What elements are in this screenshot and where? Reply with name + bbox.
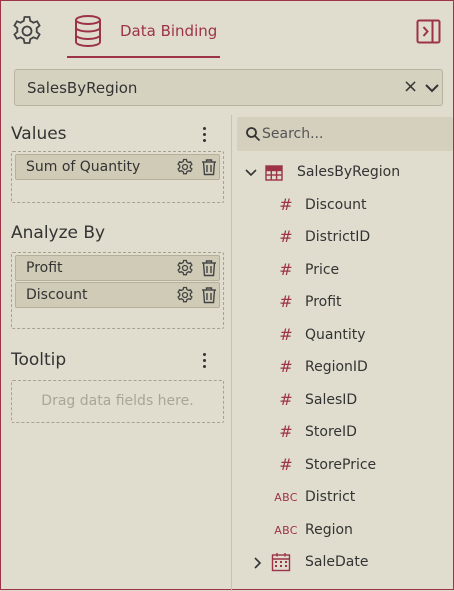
field-item[interactable]: # Discount <box>241 191 453 221</box>
field-search[interactable] <box>237 117 453 151</box>
field-chip-label: Profit <box>26 260 63 276</box>
tree-root-salesbyregion[interactable]: SalesByRegion <box>241 158 453 188</box>
database-icon[interactable] <box>73 14 103 48</box>
data-binding-panel: Data Binding SalesByRegion × Values Sum … <box>0 0 454 591</box>
dataset-select-value: SalesByRegion <box>27 79 138 97</box>
tree-root-label: SalesByRegion <box>297 164 401 180</box>
chip-delete-icon[interactable] <box>201 158 217 176</box>
field-label: Quantity <box>305 327 366 343</box>
field-label: Price <box>305 262 340 278</box>
field-label: SalesID <box>305 392 358 408</box>
panel-divider <box>231 115 232 591</box>
chip-settings-icon[interactable] <box>176 259 194 277</box>
numeric-field-icon: # <box>279 422 293 441</box>
field-label: RegionID <box>305 359 368 375</box>
field-label: Discount <box>305 197 367 213</box>
search-icon <box>246 127 261 142</box>
drop-zone-placeholder: Drag data fields here. <box>41 393 194 409</box>
field-item[interactable]: # Quantity <box>241 321 453 351</box>
top-toolbar: Data Binding <box>1 1 453 61</box>
numeric-field-icon: # <box>279 390 293 409</box>
chip-settings-icon[interactable] <box>176 158 194 176</box>
tooltip-more-icon[interactable] <box>199 351 211 371</box>
field-item[interactable]: ABC Region <box>241 516 453 546</box>
field-label: SaleDate <box>305 554 369 570</box>
field-chip-label: Sum of Quantity <box>26 159 141 175</box>
numeric-field-icon: # <box>279 455 293 474</box>
tooltip-drop-zone[interactable]: Drag data fields here. <box>11 380 224 423</box>
field-item[interactable]: # StorePrice <box>241 451 453 481</box>
field-chip[interactable]: Sum of Quantity <box>15 154 220 180</box>
analyze-by-section-title: Analyze By <box>11 223 106 243</box>
chevron-down-icon[interactable] <box>424 79 440 97</box>
numeric-field-icon: # <box>279 292 293 311</box>
field-label: District <box>305 489 356 505</box>
tooltip-section-title: Tooltip <box>11 350 67 370</box>
values-more-icon[interactable] <box>199 125 211 145</box>
search-input[interactable] <box>262 124 442 144</box>
text-field-icon: ABC <box>274 491 298 504</box>
chip-delete-icon[interactable] <box>201 286 217 304</box>
field-item[interactable]: # Profit <box>241 288 453 318</box>
values-section-title: Values <box>11 124 67 144</box>
table-icon <box>265 165 283 181</box>
numeric-field-icon: # <box>279 260 293 279</box>
dataset-select[interactable]: SalesByRegion × <box>14 69 443 106</box>
active-tab-indicator <box>67 56 220 58</box>
analyze-by-drop-zone[interactable]: Profit Discount <box>11 252 224 329</box>
numeric-field-icon: # <box>279 325 293 344</box>
field-item[interactable]: # Price <box>241 256 453 286</box>
field-item[interactable]: ABC District <box>241 483 453 513</box>
calendar-icon <box>271 553 291 572</box>
field-item[interactable]: # StoreID <box>241 418 453 448</box>
numeric-field-icon: # <box>279 357 293 376</box>
field-item[interactable]: # DistrictID <box>241 223 453 253</box>
field-label: Region <box>305 522 353 538</box>
chevron-right-icon[interactable] <box>251 556 265 570</box>
chip-delete-icon[interactable] <box>201 259 217 277</box>
numeric-field-icon: # <box>279 195 293 214</box>
field-chip-label: Discount <box>26 287 88 303</box>
field-item[interactable]: # RegionID <box>241 353 453 383</box>
field-label: DistrictID <box>305 229 371 245</box>
values-drop-zone[interactable]: Sum of Quantity <box>11 151 224 203</box>
panel-toggle-icon[interactable] <box>416 19 441 44</box>
field-item[interactable]: SaleDate <box>241 548 453 578</box>
numeric-field-icon: # <box>279 227 293 246</box>
tab-data-binding[interactable]: Data Binding <box>120 22 217 40</box>
field-item[interactable]: # SalesID <box>241 386 453 416</box>
text-field-icon: ABC <box>274 524 298 537</box>
field-label: Profit <box>305 294 342 310</box>
settings-gear-icon[interactable] <box>10 14 44 48</box>
clear-selection-icon[interactable]: × <box>403 76 418 97</box>
chip-settings-icon[interactable] <box>176 286 194 304</box>
chevron-down-icon[interactable] <box>244 166 258 180</box>
field-chip[interactable]: Discount <box>15 282 220 308</box>
field-chip[interactable]: Profit <box>15 255 220 281</box>
field-label: StorePrice <box>305 457 377 473</box>
field-label: StoreID <box>305 424 357 440</box>
